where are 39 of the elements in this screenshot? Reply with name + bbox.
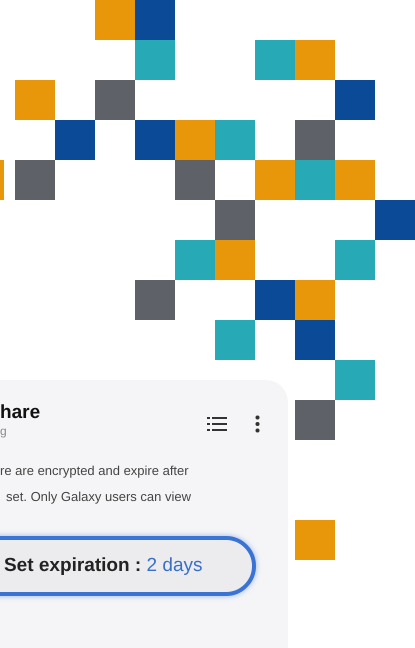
square-tile [135,120,175,160]
square-tile [15,80,55,120]
square-tile [295,520,335,560]
square-tile [135,280,175,320]
square-tile [0,160,4,200]
square-tile [215,320,255,360]
square-tile [295,280,335,320]
description-text: set. Only Galaxy users can view [6,488,191,506]
square-tile [95,0,135,40]
square-tile [335,240,375,280]
more-options-icon[interactable] [255,415,260,433]
square-tile [215,120,255,160]
square-tile [335,160,375,200]
square-tile [215,200,255,240]
square-tile [255,160,295,200]
card-subtitle: g [0,424,7,438]
square-tile [255,280,295,320]
set-expiration-button[interactable]: Set expiration : 2 days [0,536,256,596]
square-tile [55,120,95,160]
square-tile [335,360,375,400]
square-tile [295,120,335,160]
square-tile [175,160,215,200]
square-tile [95,80,135,120]
square-tile [295,400,335,440]
square-tile [15,160,55,200]
square-tile [135,40,175,80]
list-icon[interactable] [207,416,227,432]
square-tile [255,40,295,80]
square-tile [375,200,415,240]
square-tile [175,120,215,160]
square-tile [295,40,335,80]
square-tile [175,240,215,280]
card-title: hare [0,402,40,424]
square-tile [335,80,375,120]
square-tile [295,160,335,200]
square-tile [215,240,255,280]
square-tile [135,0,175,40]
description-text: re are encrypted and expire after [0,462,189,480]
square-tile [295,320,335,360]
